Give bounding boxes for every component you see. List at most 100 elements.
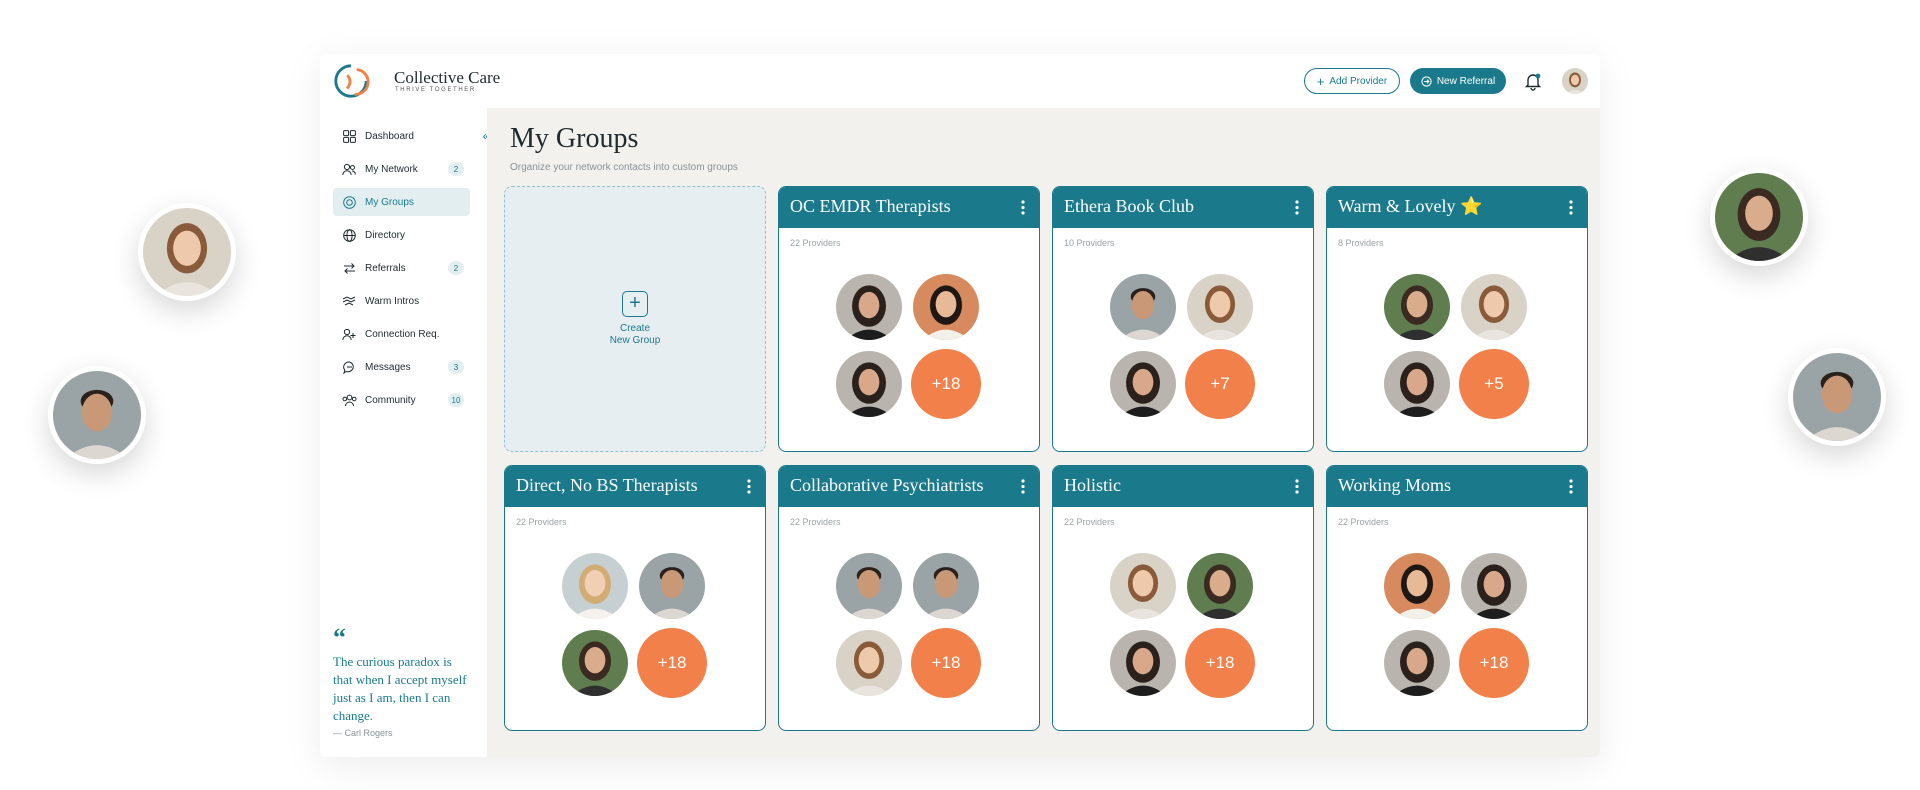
avatar-grid: +5 xyxy=(1382,272,1532,422)
floating-avatar xyxy=(1788,348,1886,446)
group-title: Ethera Book Club xyxy=(1064,196,1194,216)
provider-avatar[interactable] xyxy=(1382,628,1452,698)
plus-icon: + xyxy=(622,291,648,317)
more-providers-badge[interactable]: +18 xyxy=(637,628,707,698)
sidebar-item-community[interactable]: Community 10 xyxy=(333,386,470,414)
sidebar-item-my-network[interactable]: My Network 2 xyxy=(333,155,470,183)
count-badge: 2 xyxy=(448,261,464,275)
provider-avatar[interactable] xyxy=(1382,272,1452,342)
top-bar: Collective Care THRIVE TOGETHER + Add Pr… xyxy=(320,54,1600,109)
provider-avatar[interactable] xyxy=(834,272,904,342)
more-options-icon[interactable] xyxy=(1295,200,1299,215)
provider-count: 22 Providers xyxy=(790,238,841,248)
group-card[interactable]: Collaborative Psychiatrists 22 Providers… xyxy=(778,465,1040,731)
quote-author: — Carl Rogers xyxy=(333,728,393,738)
sidebar-item-warm-intros[interactable]: Warm Intros xyxy=(333,287,470,315)
more-options-icon[interactable] xyxy=(1569,479,1573,494)
group-title: Collaborative Psychiatrists xyxy=(790,475,984,495)
provider-avatar[interactable] xyxy=(1459,551,1529,621)
group-card-header: Collaborative Psychiatrists xyxy=(779,466,1039,507)
provider-avatar[interactable] xyxy=(560,551,630,621)
referral-icon xyxy=(1421,75,1432,87)
group-card[interactable]: OC EMDR Therapists 22 Providers +18 xyxy=(778,186,1040,452)
provider-avatar[interactable] xyxy=(1185,551,1255,621)
group-card-header: Direct, No BS Therapists xyxy=(505,466,765,507)
group-card[interactable]: Direct, No BS Therapists 22 Providers +1… xyxy=(504,465,766,731)
create-group-label: Create New Group xyxy=(609,323,661,346)
more-providers-badge[interactable]: +18 xyxy=(911,349,981,419)
provider-avatar[interactable] xyxy=(834,551,904,621)
more-providers-badge[interactable]: +5 xyxy=(1459,349,1529,419)
provider-avatar[interactable] xyxy=(1459,272,1529,342)
provider-avatar[interactable] xyxy=(637,551,707,621)
sidebar-item-connection-requests[interactable]: Connection Req. xyxy=(333,320,470,348)
count-badge: 10 xyxy=(448,393,464,407)
provider-avatar[interactable] xyxy=(560,628,630,698)
user-plus-icon xyxy=(341,326,357,342)
more-providers-badge[interactable]: +18 xyxy=(1459,628,1529,698)
more-options-icon[interactable] xyxy=(1569,200,1573,215)
floating-avatar xyxy=(48,366,146,464)
provider-avatar[interactable] xyxy=(834,349,904,419)
count-badge: 3 xyxy=(448,360,464,374)
bell-icon[interactable] xyxy=(1522,70,1544,92)
create-group-card[interactable]: + Create New Group xyxy=(504,186,766,452)
more-providers-badge[interactable]: +18 xyxy=(911,628,981,698)
logo-icon[interactable] xyxy=(332,62,370,100)
sidebar-item-label: My Network xyxy=(365,163,418,175)
sidebar-item-label: Warm Intros xyxy=(365,295,420,307)
more-options-icon[interactable] xyxy=(1021,479,1025,494)
avatar-grid: +18 xyxy=(560,551,710,701)
floating-avatar xyxy=(1710,168,1808,266)
group-title: OC EMDR Therapists xyxy=(790,196,951,216)
provider-count: 8 Providers xyxy=(1338,238,1384,248)
user-avatar[interactable] xyxy=(1562,68,1588,94)
provider-avatar[interactable] xyxy=(1108,349,1178,419)
provider-avatar[interactable] xyxy=(911,551,981,621)
add-provider-button[interactable]: + Add Provider xyxy=(1304,68,1400,94)
handshake-icon xyxy=(341,293,357,309)
main-content: My Groups Organize your network contacts… xyxy=(487,108,1600,757)
sidebar-item-label: Connection Req. xyxy=(365,328,440,340)
more-providers-badge[interactable]: +7 xyxy=(1185,349,1255,419)
brand-tagline: THRIVE TOGETHER xyxy=(395,87,476,93)
community-icon xyxy=(341,392,357,408)
provider-count: 22 Providers xyxy=(790,517,841,527)
sidebar-item-label: Dashboard xyxy=(365,130,414,142)
more-options-icon[interactable] xyxy=(1021,200,1025,215)
group-title: Warm & Lovely ⭐ xyxy=(1338,196,1483,216)
count-badge: 2 xyxy=(448,162,464,176)
more-providers-badge[interactable]: +18 xyxy=(1185,628,1255,698)
group-card[interactable]: Ethera Book Club 10 Providers +7 xyxy=(1052,186,1314,452)
sidebar: « Dashboard My Network 2 My Groups Direc… xyxy=(320,108,496,757)
provider-avatar[interactable] xyxy=(1185,272,1255,342)
group-card[interactable]: Working Moms 22 Providers +18 xyxy=(1326,465,1588,731)
more-options-icon[interactable] xyxy=(747,479,751,494)
provider-avatar[interactable] xyxy=(1108,551,1178,621)
provider-avatar[interactable] xyxy=(834,628,904,698)
group-card-header: Warm & Lovely ⭐ xyxy=(1327,187,1587,228)
sidebar-item-dashboard[interactable]: Dashboard xyxy=(333,122,470,150)
provider-avatar[interactable] xyxy=(1382,349,1452,419)
sidebar-item-label: Referrals xyxy=(365,262,406,274)
sidebar-item-my-groups[interactable]: My Groups xyxy=(333,188,470,216)
provider-avatar[interactable] xyxy=(1382,551,1452,621)
arrows-icon xyxy=(341,260,357,276)
provider-avatar[interactable] xyxy=(1108,628,1178,698)
avatar-grid: +18 xyxy=(1382,551,1532,701)
users-icon xyxy=(341,161,357,177)
sidebar-item-directory[interactable]: Directory xyxy=(333,221,470,249)
group-card[interactable]: Warm & Lovely ⭐ 8 Providers +5 xyxy=(1326,186,1588,452)
group-card[interactable]: Holistic 22 Providers +18 xyxy=(1052,465,1314,731)
new-referral-button[interactable]: New Referral xyxy=(1410,68,1506,94)
sidebar-item-label: Directory xyxy=(365,229,406,241)
sidebar-item-messages[interactable]: Messages 3 xyxy=(333,353,470,381)
provider-count: 10 Providers xyxy=(1064,238,1115,248)
avatar-grid: +7 xyxy=(1108,272,1258,422)
more-options-icon[interactable] xyxy=(1295,479,1299,494)
provider-avatar[interactable] xyxy=(1108,272,1178,342)
avatar-grid: +18 xyxy=(834,551,984,701)
sidebar-item-referrals[interactable]: Referrals 2 xyxy=(333,254,470,282)
provider-count: 22 Providers xyxy=(1064,517,1115,527)
provider-avatar[interactable] xyxy=(911,272,981,342)
